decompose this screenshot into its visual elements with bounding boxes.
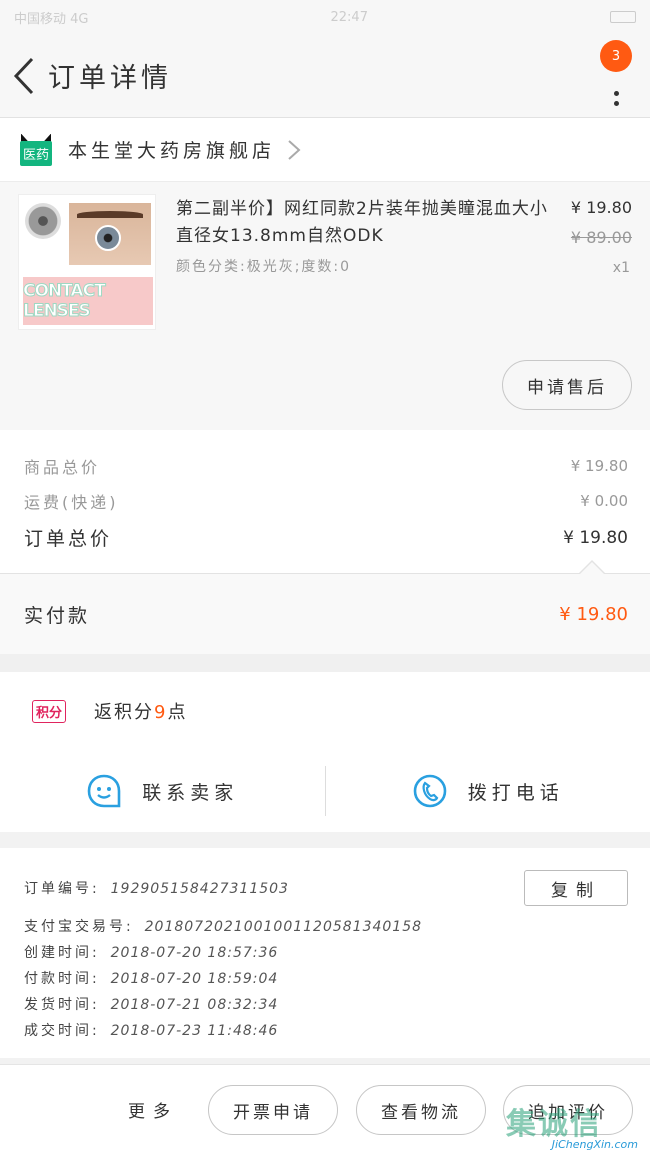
chevron-right-icon <box>288 139 301 160</box>
shipping-value: ¥ 0.00 <box>580 492 628 510</box>
eye-image <box>69 203 151 265</box>
phone-icon <box>413 774 447 808</box>
paid-time-label: 付款时间: <box>24 971 100 987</box>
completed-label: 成交时间: <box>24 1023 100 1039</box>
points-row: 积分 返积分9点 <box>0 672 650 750</box>
order-info: 订单编号: 192905158427311503 复制 支付宝交易号: 2018… <box>0 848 650 1058</box>
points-prefix: 返积分 <box>94 702 155 723</box>
created-label: 创建时间: <box>24 945 100 961</box>
shipped-time: 2018-07-21 08:32:34 <box>110 997 279 1013</box>
order-number-line: 订单编号: 192905158427311503 <box>24 878 289 898</box>
nav-bar: 订单详情 3 <box>0 34 650 118</box>
shipped-label: 发货时间: <box>24 997 100 1013</box>
back-button[interactable] <box>2 46 46 106</box>
contact-seller-label: 联系卖家 <box>142 781 239 804</box>
goods-total-label: 商品总价 <box>24 458 101 477</box>
order-number-label: 订单编号: <box>24 881 100 897</box>
copy-button[interactable]: 复制 <box>524 870 628 906</box>
created-time: 2018-07-20 18:57:36 <box>110 945 279 961</box>
shipping-label: 运费(快递) <box>24 493 119 512</box>
points-badge: 积分 <box>32 699 67 723</box>
carrier-text: 中国移动 4G <box>14 11 89 27</box>
paid-time: 2018-07-20 18:59:04 <box>110 971 279 987</box>
battery-icon <box>609 11 636 23</box>
page-title: 订单详情 <box>48 63 172 94</box>
more-dot <box>613 101 619 106</box>
product-price: ¥ 19.80 <box>570 198 632 217</box>
eyebrow <box>77 211 143 218</box>
notch <box>580 562 604 574</box>
status-bar: 中国移动 4G 22:47 <box>0 0 650 34</box>
watermark-brand: 集诚信 <box>506 1107 602 1142</box>
shop-name: 本生堂大药房旗舰店 <box>68 140 276 162</box>
alipay-line: 支付宝交易号: 2018072021001001120581340158 <box>24 916 422 936</box>
shop-row[interactable]: 医药 本生堂大药房旗舰店 <box>0 118 650 182</box>
points-suffix: 点 <box>167 702 188 723</box>
more-dot <box>613 91 619 96</box>
points-text: 返积分9点 <box>94 698 187 724</box>
tmall-medical-logo: 医药 <box>20 133 52 166</box>
product-title[interactable]: 第二副半价】网红同款2片装年抛美瞳混血大小直径女13.8mm自然ODK <box>176 196 556 250</box>
contact-seller-button[interactable]: 联系卖家 <box>0 773 325 809</box>
contact-bar: 联系卖家 拨打电话 <box>0 750 650 832</box>
points-count: 9 <box>154 702 168 723</box>
product-thumbnail[interactable]: CONTACT LENSES <box>18 194 156 330</box>
product-original-price: ¥ 89.00 <box>570 228 632 247</box>
paid-label: 实付款 <box>24 604 91 627</box>
section-gap <box>0 654 650 672</box>
order-total-label: 订单总价 <box>24 528 113 550</box>
completed-line: 成交时间: 2018-07-23 11:48:46 <box>24 1020 278 1040</box>
watermark: 集诚信 JiChengXin.com <box>504 1099 644 1151</box>
order-total-row: 订单总价 ¥ 19.80 <box>24 524 628 551</box>
alipay-number: 2018072021001001120581340158 <box>144 919 423 935</box>
paid-time-line: 付款时间: 2018-07-20 18:59:04 <box>24 968 278 988</box>
product-quantity: x1 <box>612 260 630 276</box>
chevron-left-icon <box>13 57 34 94</box>
goods-total-row: 商品总价 ¥ 19.80 <box>24 454 628 478</box>
order-number[interactable]: 192905158427311503 <box>111 881 289 897</box>
product-card[interactable]: CONTACT LENSES 第二副半价】网红同款2片装年抛美瞳混血大小直径女1… <box>0 182 650 430</box>
created-line: 创建时间: 2018-07-20 18:57:36 <box>24 942 278 962</box>
iris <box>95 225 121 251</box>
notification-badge: 3 <box>600 40 632 72</box>
alipay-label: 支付宝交易号: <box>24 919 134 935</box>
paid-value: ¥ 19.80 <box>559 603 628 625</box>
price-summary: 商品总价 ¥ 19.80 运费(快递) ¥ 0.00 订单总价 ¥ 19.80 <box>0 430 650 574</box>
banner-text: CONTACT LENSES <box>23 281 107 322</box>
clock-text: 22:47 <box>330 9 368 25</box>
goods-total-value: ¥ 19.80 <box>570 457 628 475</box>
completed-time: 2018-07-23 11:48:46 <box>110 1023 279 1039</box>
thumbnail-banner: CONTACT LENSES <box>23 277 153 325</box>
watermark-text: JiChengXin.com <box>551 1138 638 1151</box>
order-total-value: ¥ 19.80 <box>563 527 628 548</box>
call-label: 拨打电话 <box>467 781 564 804</box>
shipping-row: 运费(快递) ¥ 0.00 <box>24 489 628 513</box>
paid-row: 实付款 ¥ 19.80 <box>0 574 650 654</box>
shipped-line: 发货时间: 2018-07-21 08:32:34 <box>24 994 278 1014</box>
logistics-button[interactable]: 查看物流 <box>356 1085 486 1135</box>
call-button[interactable]: 拨打电话 <box>326 773 650 809</box>
chat-bubble-icon <box>87 774 121 808</box>
after-sale-button[interactable]: 申请售后 <box>502 360 632 410</box>
lens-image <box>25 203 61 239</box>
logo-text: 医药 <box>20 140 52 166</box>
invoice-button[interactable]: 开票申请 <box>208 1085 338 1135</box>
more-actions-button[interactable]: 更多 <box>128 1097 178 1122</box>
product-spec: 颜色分类:极光灰;度数:0 <box>176 259 352 275</box>
bottom-action-bar: 更多 开票申请 查看物流 追加评价 集诚信 JiChengXin.com <box>0 1064 650 1155</box>
